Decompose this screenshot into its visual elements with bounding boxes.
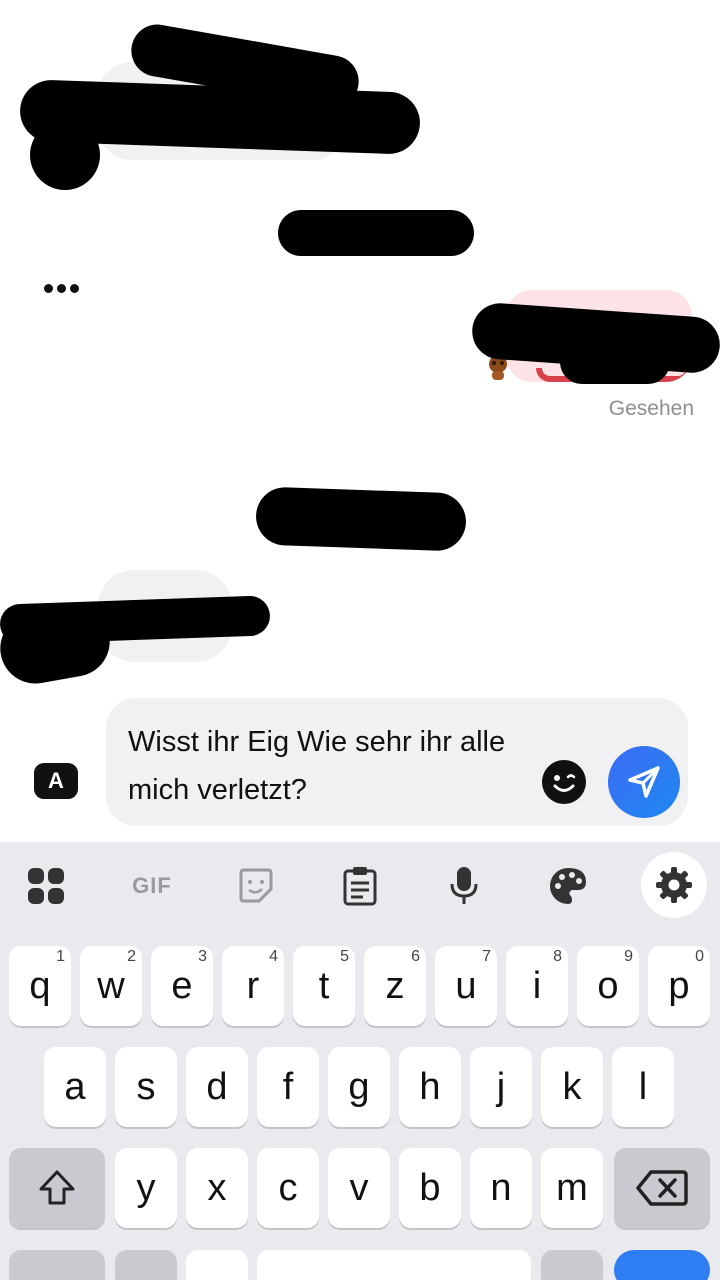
key-c[interactable]: c bbox=[257, 1148, 319, 1228]
key-hint: 4 bbox=[269, 948, 278, 965]
space-key[interactable] bbox=[257, 1250, 531, 1280]
key-a[interactable]: a bbox=[44, 1047, 106, 1127]
key-k[interactable]: k bbox=[541, 1047, 603, 1127]
send-icon bbox=[628, 766, 660, 798]
key-label: u bbox=[455, 964, 477, 1007]
enter-key[interactable] bbox=[614, 1250, 710, 1280]
key-h[interactable]: h bbox=[399, 1047, 461, 1127]
gif-icon[interactable]: GIF bbox=[124, 858, 180, 914]
key-hint: 1 bbox=[56, 948, 65, 965]
clipboard-icon[interactable] bbox=[332, 858, 388, 914]
key-i[interactable]: i8 bbox=[506, 946, 568, 1026]
key-p[interactable]: p0 bbox=[648, 946, 710, 1026]
emoji-key[interactable] bbox=[186, 1250, 248, 1280]
key-f[interactable]: f bbox=[257, 1047, 319, 1127]
settings-button[interactable] bbox=[641, 852, 707, 918]
typing-dot bbox=[70, 284, 79, 293]
key-q[interactable]: q1 bbox=[9, 946, 71, 1026]
key-hint: 6 bbox=[411, 948, 420, 965]
key-o[interactable]: o9 bbox=[577, 946, 639, 1026]
key-hint: 3 bbox=[198, 948, 207, 965]
key-label: i bbox=[532, 964, 542, 1007]
key-r[interactable]: r4 bbox=[222, 946, 284, 1026]
emoji-icon[interactable] bbox=[542, 760, 586, 804]
key-hint: 7 bbox=[482, 948, 491, 965]
key-label: q bbox=[29, 964, 51, 1007]
key-hint: 9 bbox=[624, 948, 633, 965]
redaction-mark bbox=[255, 486, 467, 552]
apps-button[interactable]: A bbox=[34, 763, 78, 799]
comma-key[interactable] bbox=[115, 1250, 177, 1280]
send-button[interactable] bbox=[608, 746, 680, 818]
period-key[interactable] bbox=[541, 1250, 603, 1280]
key-w[interactable]: w2 bbox=[80, 946, 142, 1026]
redaction-mark bbox=[278, 210, 474, 256]
redaction-mark bbox=[30, 120, 100, 190]
key-y[interactable]: y bbox=[115, 1148, 177, 1228]
key-label: r bbox=[246, 964, 260, 1007]
sticker-icon[interactable] bbox=[228, 858, 284, 914]
key-label: w bbox=[97, 964, 125, 1007]
key-v[interactable]: v bbox=[328, 1148, 390, 1228]
key-s[interactable]: s bbox=[115, 1047, 177, 1127]
key-u[interactable]: u7 bbox=[435, 946, 497, 1026]
microphone-icon[interactable] bbox=[436, 858, 492, 914]
key-m[interactable]: m bbox=[541, 1148, 603, 1228]
symbols-key[interactable] bbox=[9, 1250, 105, 1280]
typing-dot bbox=[44, 284, 53, 293]
key-label: e bbox=[171, 964, 193, 1007]
shift-key[interactable] bbox=[9, 1148, 105, 1228]
backspace-icon bbox=[636, 1170, 688, 1206]
key-e[interactable]: e3 bbox=[151, 946, 213, 1026]
key-hint: 2 bbox=[127, 948, 136, 965]
key-hint: 5 bbox=[340, 948, 349, 965]
key-z[interactable]: z6 bbox=[364, 946, 426, 1026]
key-g[interactable]: g bbox=[328, 1047, 390, 1127]
key-d[interactable]: d bbox=[186, 1047, 248, 1127]
apps-grid-icon[interactable] bbox=[18, 858, 74, 914]
typing-indicator bbox=[44, 284, 79, 293]
key-hint: 8 bbox=[553, 948, 562, 965]
key-label: o bbox=[597, 964, 619, 1007]
key-j[interactable]: j bbox=[470, 1047, 532, 1127]
key-l[interactable]: l bbox=[612, 1047, 674, 1127]
key-label: t bbox=[318, 964, 330, 1007]
shift-icon bbox=[39, 1170, 75, 1205]
key-b[interactable]: b bbox=[399, 1148, 461, 1228]
message-input-text[interactable]: Wisst ihr Eig Wie sehr ihr alle mich ver… bbox=[128, 718, 508, 814]
key-hint: 0 bbox=[695, 948, 704, 965]
key-t[interactable]: t5 bbox=[293, 946, 355, 1026]
seen-status: Gesehen bbox=[608, 397, 694, 420]
key-label: p bbox=[668, 964, 690, 1007]
typing-dot bbox=[57, 284, 66, 293]
backspace-key[interactable] bbox=[614, 1148, 710, 1228]
key-n[interactable]: n bbox=[470, 1148, 532, 1228]
key-x[interactable]: x bbox=[186, 1148, 248, 1228]
gear-icon bbox=[656, 867, 692, 903]
palette-icon[interactable] bbox=[540, 858, 596, 914]
redaction-mark bbox=[560, 340, 670, 384]
gif-label: GIF bbox=[132, 873, 172, 898]
key-label: z bbox=[385, 964, 405, 1007]
